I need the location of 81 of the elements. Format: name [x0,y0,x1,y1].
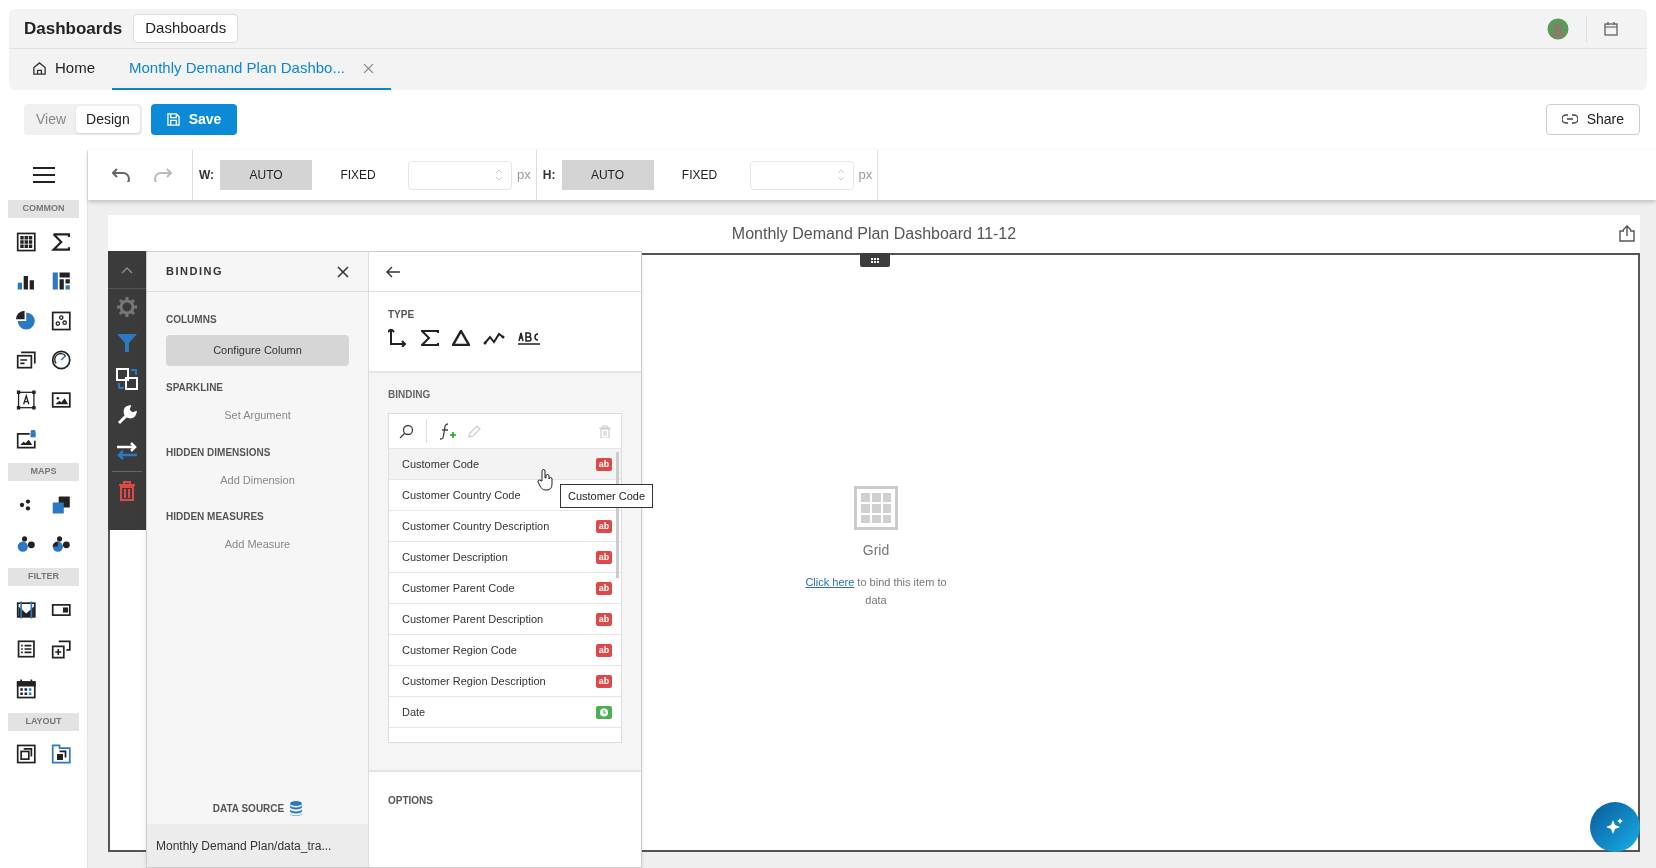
section-label: COLUMNS [166,313,218,327]
save-icon [166,112,180,126]
section-label: DATA SOURCE [212,802,285,816]
field-name: Date [402,704,426,720]
field-name: Customer Code [402,456,480,472]
tooltip: Customer Code [560,484,654,508]
text-type-badge: ab [596,457,612,471]
text-type-badge: ab [596,519,612,533]
swap-icon[interactable] [116,442,138,460]
text-type-badge: ab [596,674,612,688]
group-header: MAPS [8,463,79,481]
drag-handle-icon[interactable] [860,253,890,267]
unit-label: px [516,166,532,185]
dimension-label: H: [541,167,557,184]
dashboard-title: Monthly Demand Plan Dashboard 11-12 [731,224,1017,244]
text-type-badge: ab [596,581,612,595]
sparkline-icon[interactable] [483,331,505,345]
field-name: Customer Region Description [402,673,546,689]
text-type-icon[interactable] [518,331,540,345]
text-type-badge: ab [596,612,612,626]
hand-cursor-icon [537,469,553,491]
number-field[interactable] [749,160,854,190]
panel-title: BINDING [166,264,223,280]
database-icon [290,801,303,816]
search-icon[interactable] [399,423,414,439]
function-add-icon[interactable] [439,422,456,440]
delete-icon[interactable] [118,481,136,501]
bind-hint: to bind this item to data [857,576,947,606]
section-label: TYPE [388,308,416,322]
field-name: Customer Country Code [402,487,521,503]
clock-icon [596,705,612,719]
bind-link[interactable]: Click here [805,576,855,588]
configure-button[interactable]: Configure Column [166,335,349,366]
section-label: SPARKLINE [166,381,225,395]
delta-icon[interactable] [452,330,470,346]
section-label: OPTIONS [388,795,433,806]
field-name: Customer Parent Description [402,611,544,627]
home-icon [32,61,47,76]
unit-label: px [857,166,874,185]
wrench-icon[interactable] [117,405,137,425]
close-icon[interactable] [337,265,349,278]
share-button[interactable]: Share [1545,103,1640,135]
size-mode-button[interactable]: AUTO [220,160,313,190]
export-icon[interactable] [1619,225,1635,242]
link-icon [1561,114,1578,124]
text-type-badge: ab [596,550,612,564]
section-label: HIDDEN DIMENSIONS [166,445,272,460]
back-arrow-icon[interactable] [386,265,400,278]
convert-icon[interactable] [116,368,138,390]
size-mode-button[interactable]: AUTO [561,160,654,190]
tab[interactable]: Monthly Demand Plan Dashbo... [112,49,391,90]
field-name: Customer Region Code [402,642,517,658]
avatar-icon[interactable] [1547,17,1569,40]
undo-icon[interactable] [112,168,131,182]
save-button[interactable]: Save [150,103,238,135]
field-name: Customer Parent Code [402,580,515,596]
axis-icon[interactable] [388,329,408,347]
tab[interactable]: Home [15,49,112,90]
text-type-badge: ab [596,643,612,657]
data-source-item[interactable]: Monthly Demand Plan/data_tra... [147,824,368,867]
sigma-icon[interactable] [421,330,439,346]
filter-icon[interactable] [116,333,138,353]
dimension-label: W: [198,167,216,184]
mode-toggle[interactable]: Design [76,105,140,133]
item-caption: Grid [862,541,890,560]
section-label: BINDING [388,388,432,402]
number-field[interactable] [408,160,513,190]
settings-icon[interactable] [116,296,138,318]
app-title: Dashboards [24,17,123,40]
field-name: Customer Country Description [402,518,550,534]
grid-icon [854,486,898,530]
group-header: FILTER [8,568,79,586]
assistant-button[interactable] [1590,802,1640,852]
breadcrumb-button[interactable]: Dashboards [133,14,239,43]
collapse-icon[interactable] [121,265,133,274]
group-header: COMMON [8,200,79,218]
menu-icon[interactable] [32,167,55,183]
field-name: Customer Description [402,549,508,565]
section-label: HIDDEN MEASURES [166,510,265,524]
group-header: LAYOUT [8,712,79,731]
field-item[interactable]: Customer Code ab [389,449,621,480]
